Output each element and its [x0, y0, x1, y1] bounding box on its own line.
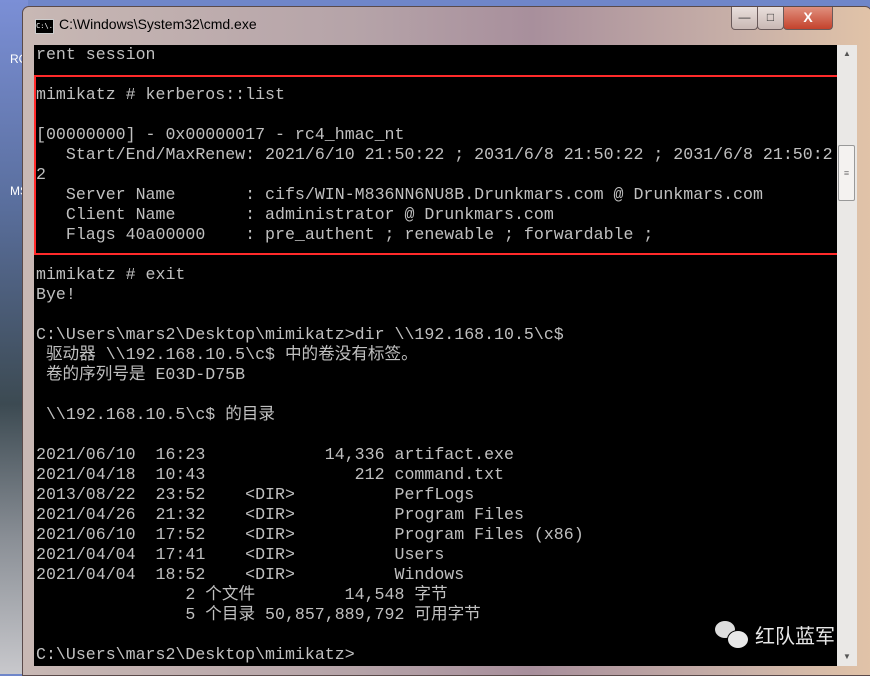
console-line: 2021/06/10 17:52 <DIR> Program Files (x8… [36, 525, 584, 544]
vertical-scrollbar[interactable]: ▲ ≡ ▼ [837, 45, 857, 666]
watermark-text: 红队蓝军 [755, 626, 835, 648]
console-line: 5 个目录 50,857,889,792 可用字节 [36, 605, 481, 624]
minimize-button[interactable]: — [731, 7, 758, 30]
close-button[interactable]: X [783, 7, 833, 30]
scroll-thumb[interactable]: ≡ [838, 145, 855, 201]
console-line: 驱动器 \\192.168.10.5\c$ 中的卷没有标签。 [36, 345, 418, 364]
console-line: 2021/04/04 18:52 <DIR> Windows [36, 565, 465, 584]
window-title: C:\Windows\System32\cmd.exe [59, 16, 257, 32]
highlight-box [34, 75, 837, 255]
console-line: C:\Users\mars2\Desktop\mimikatz> [36, 645, 355, 664]
console-line: 2013/08/22 23:52 <DIR> PerfLogs [36, 485, 475, 504]
console-line: Bye! [36, 285, 76, 304]
maximize-button[interactable]: □ [757, 7, 784, 30]
console-line: 2021/06/10 16:23 14,336 artifact.exe [36, 445, 514, 464]
console-output[interactable]: rent session mimikatz # kerberos::list [00… [34, 45, 837, 666]
cmd-icon: C:\. [35, 19, 54, 34]
scroll-down-icon[interactable]: ▼ [837, 648, 857, 666]
console-line: C:\Users\mars2\Desktop\mimikatz>dir \\19… [36, 325, 564, 344]
console-line: rent session [36, 45, 156, 64]
console-line: 2021/04/26 21:32 <DIR> Program Files [36, 505, 524, 524]
title-bar[interactable]: C:\. C:\Windows\System32\cmd.exe — □ X [23, 7, 870, 45]
console-line: 卷的序列号是 E03D-D75B [36, 365, 246, 384]
console-line: 2 个文件 14,548 字节 [36, 585, 448, 604]
console-line: mimikatz # exit [36, 265, 186, 284]
scroll-up-icon[interactable]: ▲ [837, 45, 857, 63]
watermark: 红队蓝军 [715, 620, 835, 649]
console-line: \\192.168.10.5\c$ 的目录 [36, 405, 275, 424]
wechat-icon [715, 620, 749, 649]
console-line: 2021/04/04 17:41 <DIR> Users [36, 545, 445, 564]
cmd-window: C:\. C:\Windows\System32\cmd.exe — □ X r… [22, 6, 870, 676]
console-line: 2021/04/18 10:43 212 command.txt [36, 465, 505, 484]
